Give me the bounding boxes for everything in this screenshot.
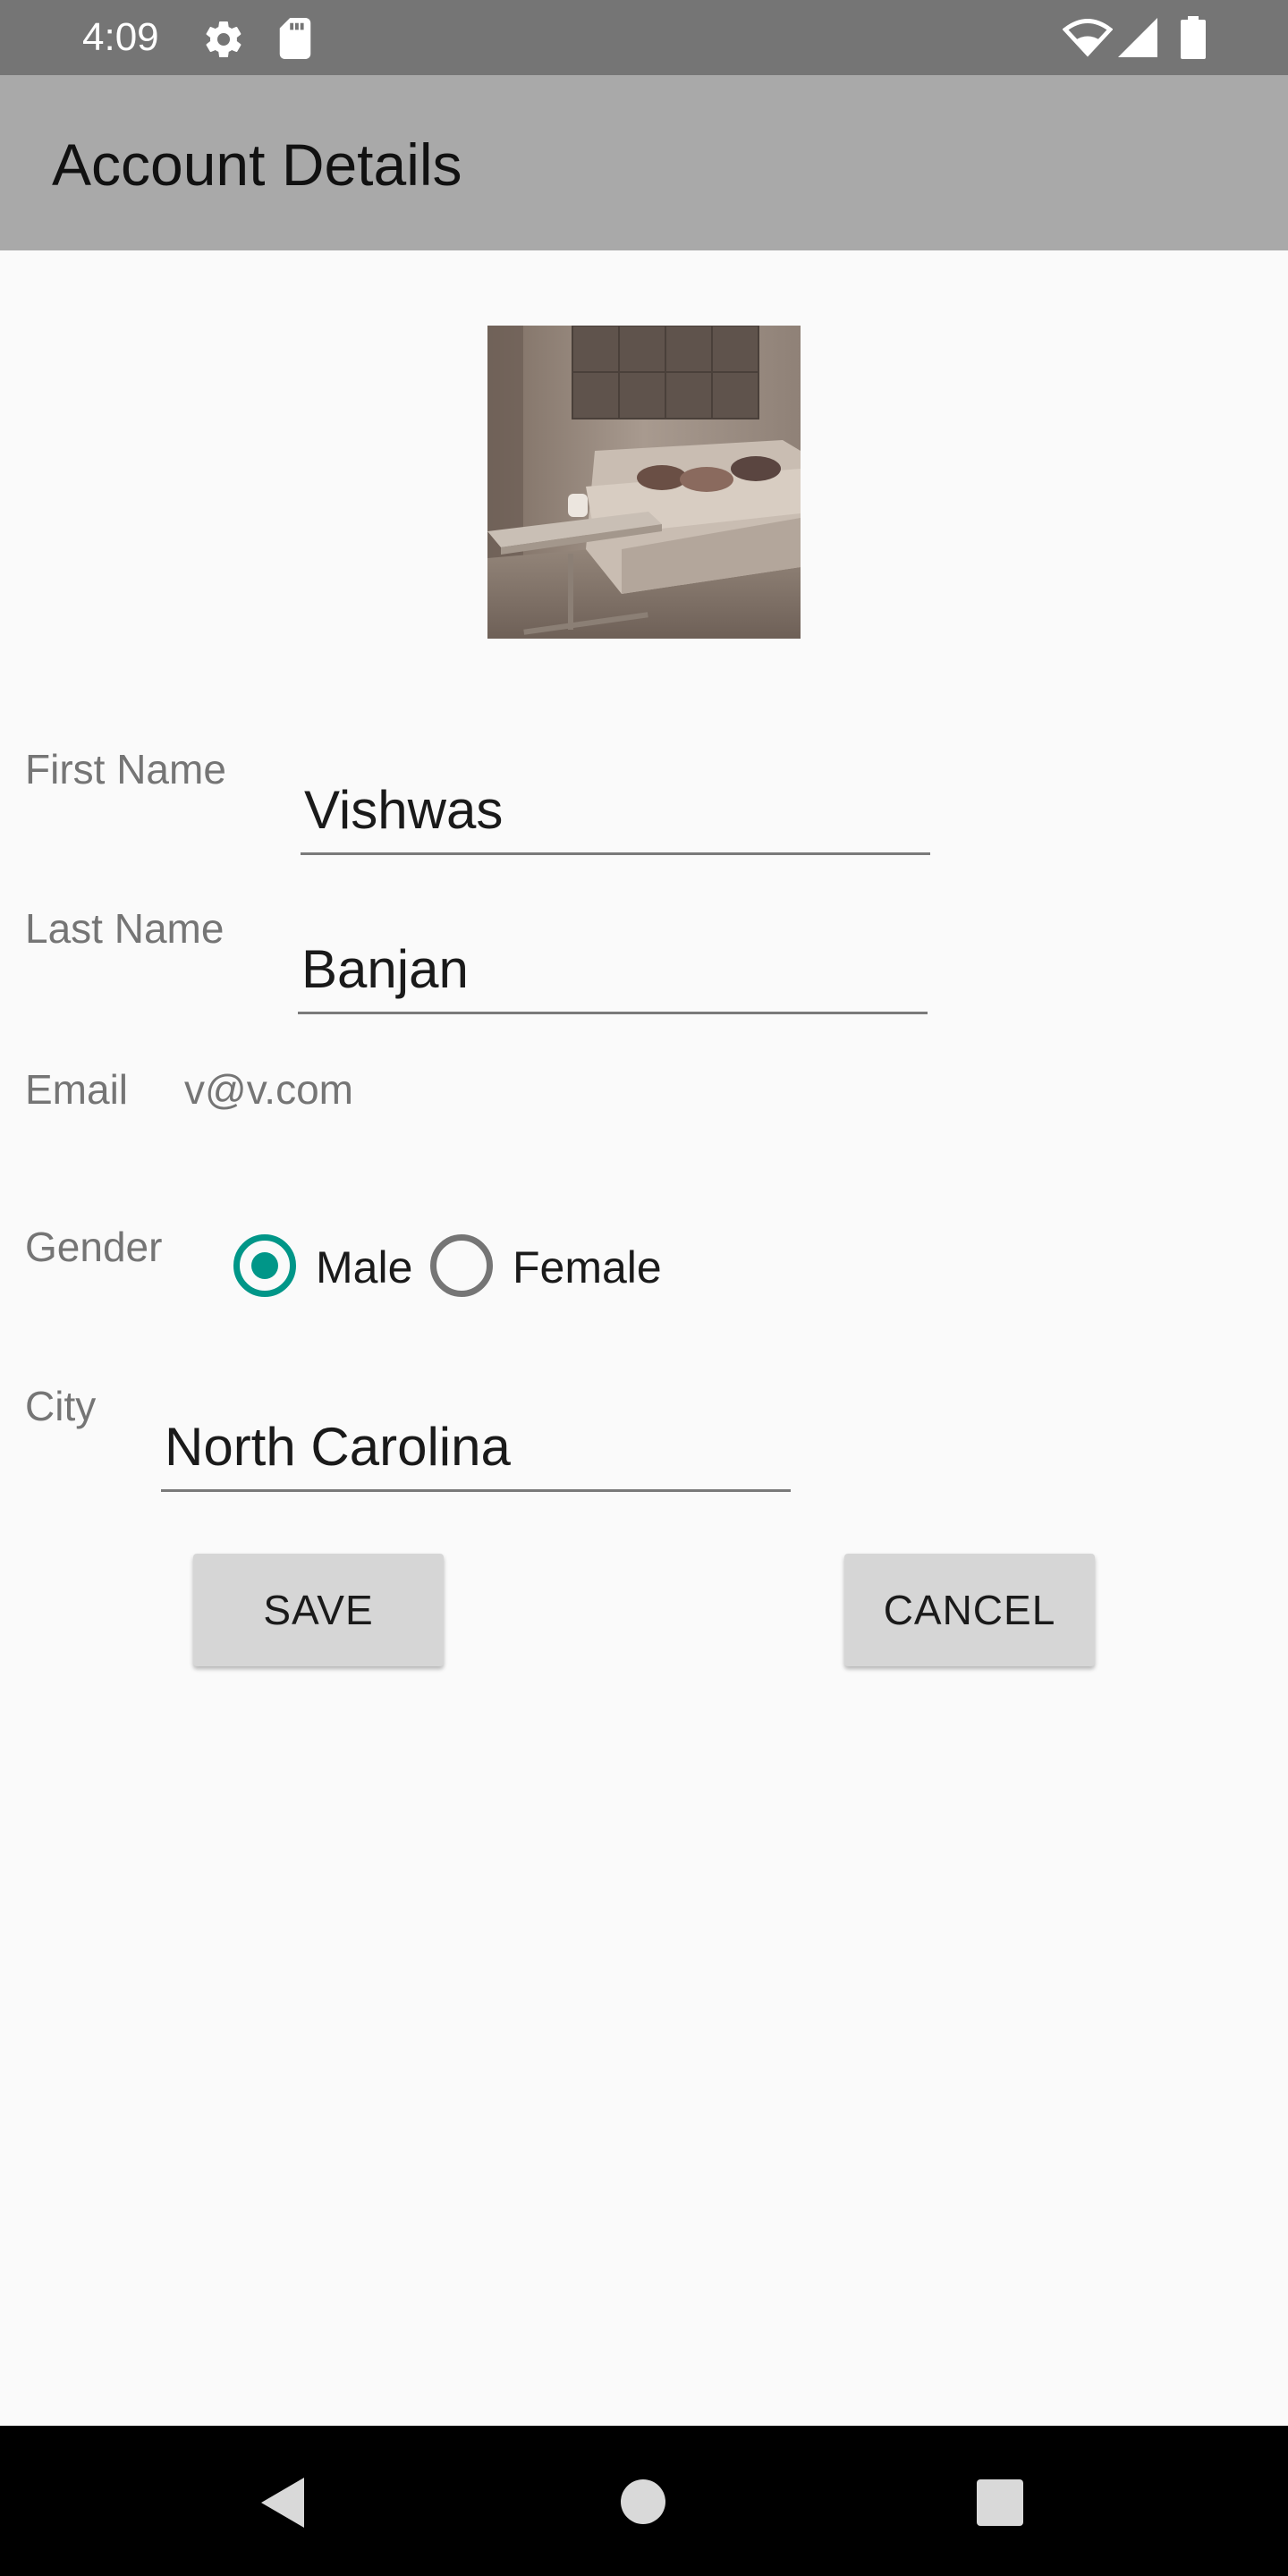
app-bar: Account Details (0, 75, 1288, 250)
back-icon[interactable] (258, 2476, 308, 2529)
last-name-label: Last Name (25, 905, 225, 952)
page-title: Account Details (52, 131, 462, 198)
battery-icon (1181, 16, 1206, 59)
female-radio[interactable] (430, 1234, 493, 1297)
last-name-field[interactable]: Banjan (298, 937, 928, 1014)
save-button[interactable]: SAVE (193, 1554, 444, 1666)
living-room-sofa-photo (487, 326, 801, 639)
email-label: Email (25, 1066, 129, 1113)
city-label: City (25, 1383, 97, 1429)
sd-card-icon (279, 18, 311, 59)
home-icon[interactable] (621, 2479, 665, 2524)
gear-icon (206, 21, 242, 58)
wifi-icon (1063, 19, 1113, 57)
gender-label: Gender (25, 1224, 163, 1270)
status-time: 4:09 (82, 15, 159, 59)
email-value: v@v.com (184, 1066, 353, 1113)
first-name-label: First Name (25, 746, 226, 792)
last-name-value: Banjan (301, 939, 469, 999)
female-radio-label[interactable]: Female (513, 1241, 662, 1294)
first-name-field[interactable]: Vishwas (301, 778, 930, 855)
recents-icon[interactable] (977, 2479, 1023, 2526)
cancel-button[interactable]: CANCEL (844, 1554, 1095, 1666)
profile-photo[interactable] (487, 326, 801, 639)
city-field[interactable]: North Carolina (161, 1415, 791, 1492)
city-value: North Carolina (165, 1417, 511, 1477)
navigation-bar (0, 2426, 1288, 2576)
male-radio[interactable] (233, 1234, 296, 1297)
first-name-value: Vishwas (304, 780, 504, 840)
male-radio-label[interactable]: Male (316, 1241, 412, 1294)
signal-icon (1118, 18, 1157, 57)
status-bar: 4:09 (0, 0, 1288, 75)
